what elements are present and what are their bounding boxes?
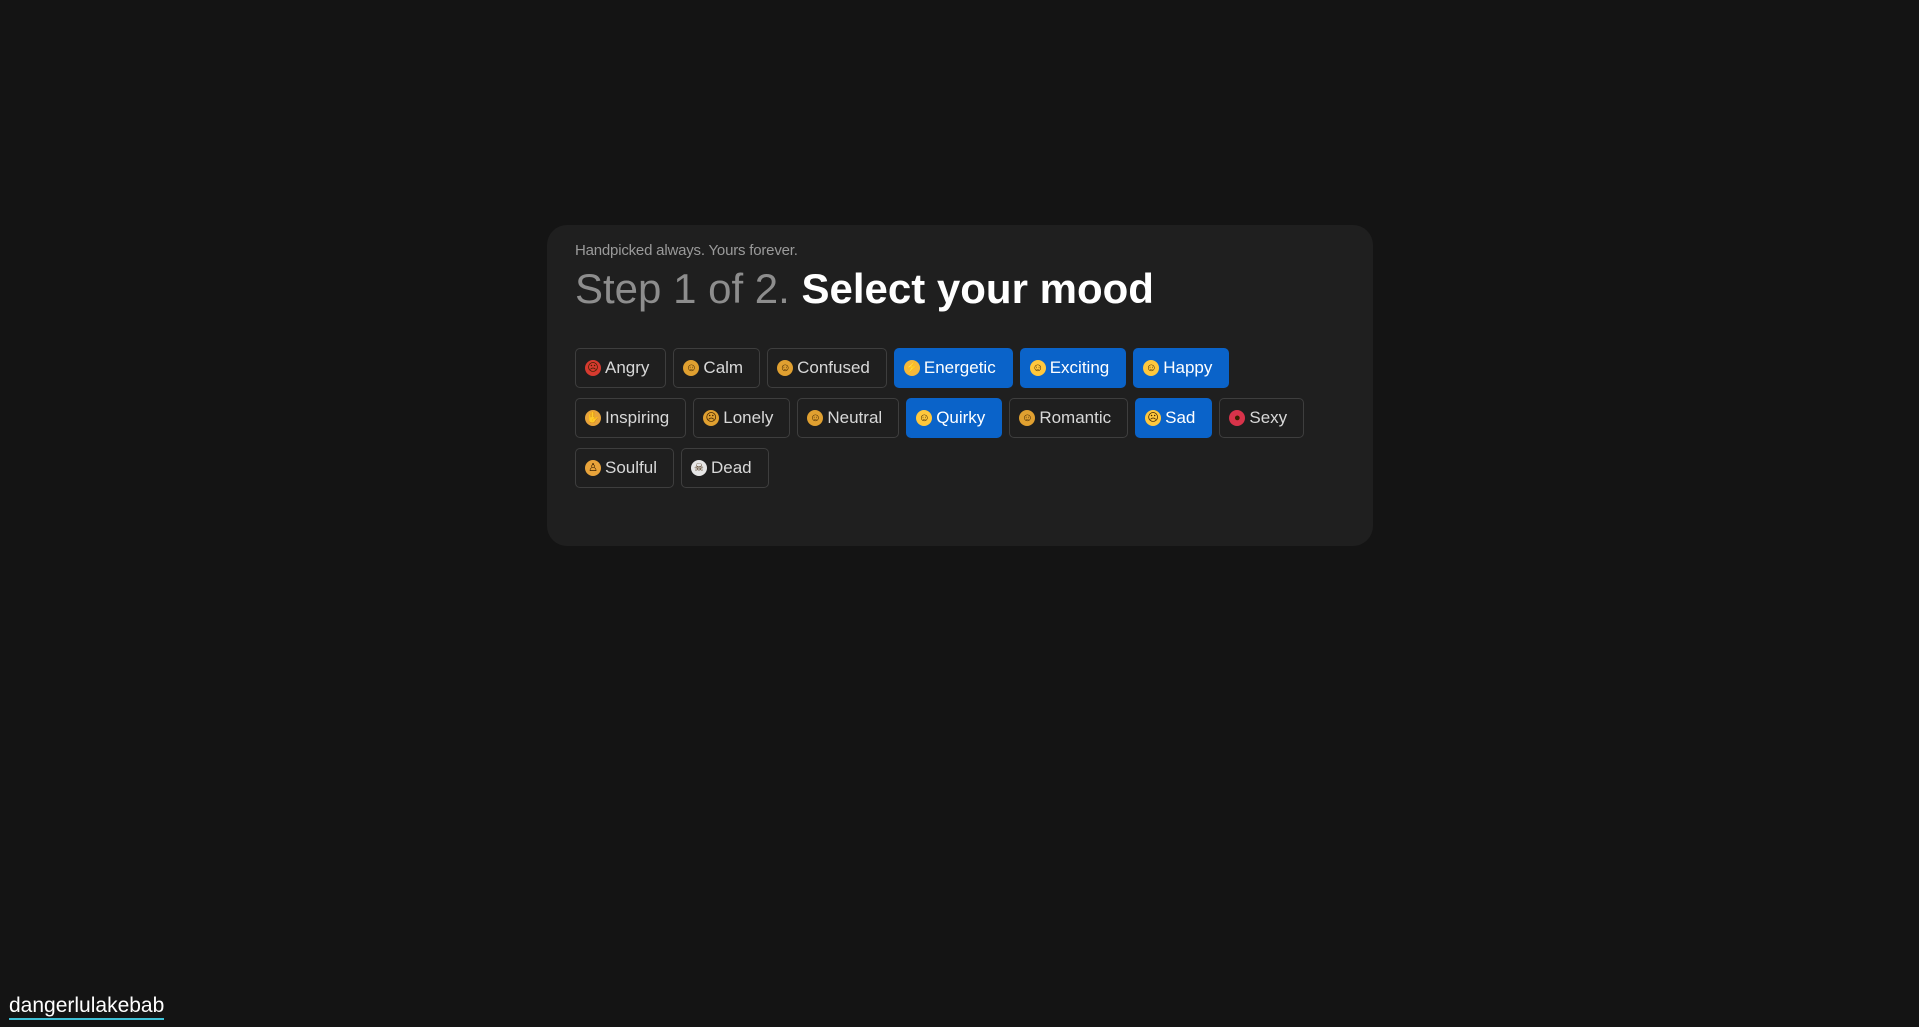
mood-chip-energetic[interactable]: ⚡ Energetic [893, 348, 1013, 388]
mood-chip-label: Inspiring [605, 408, 670, 427]
mood-chip-label: Happy [1163, 358, 1213, 377]
mood-chip-label: Confused [797, 358, 870, 377]
mood-row: ☹ Angry ☺ Calm ☺ Confused ⚡ Energetic ☺ Exciting ☺… [575, 348, 1355, 388]
zany-face-icon: ☺ [916, 410, 933, 426]
tongue-face-icon: ☺ [1029, 360, 1046, 376]
mood-chip-label: Dead [710, 458, 752, 477]
mood-chip-neutral[interactable]: ☺ Neutral [797, 398, 900, 438]
mood-chip-label: Quirky [936, 408, 986, 427]
mood-chip-soulful[interactable]: ♙ Soulful [575, 448, 674, 488]
mood-row: ♙ Soulful ☠ Dead [575, 448, 1355, 488]
mood-chip-lonely[interactable]: ☹ Lonely [693, 398, 791, 438]
raised-hands-icon: ✋ [585, 410, 601, 426]
mood-chip-dead[interactable]: ☠ Dead [680, 448, 769, 488]
mood-chip-label: Lonely [723, 408, 774, 427]
confused-face-icon: ☺ [777, 360, 794, 376]
mood-chip-label: Calm [703, 358, 744, 377]
mood-chip-label: Romantic [1039, 408, 1112, 427]
mood-chip-label: Sexy [1249, 408, 1288, 427]
mood-chip-inspiring[interactable]: ✋ Inspiring [575, 398, 687, 438]
page-title: Step 1 of 2. Select your mood [575, 264, 1345, 314]
skull-icon: ☠ [690, 460, 707, 476]
mood-chip-confused[interactable]: ☺ Confused [767, 348, 887, 388]
lips-icon: ● [1229, 410, 1246, 426]
mood-row: ✋ Inspiring ☹ Lonely ☺ Neutral ☺ Quirky ☺ Romanti… [575, 398, 1355, 438]
mood-options: ☹ Angry ☺ Calm ☺ Confused ⚡ Energetic ☺ Exciting ☺… [575, 348, 1355, 498]
mood-chip-quirky[interactable]: ☺ Quirky [906, 398, 1003, 438]
neutral-face-icon: ☺ [807, 410, 824, 426]
mood-chip-label: Soulful [605, 458, 657, 477]
mood-chip-sad[interactable]: ☹ Sad [1135, 398, 1213, 438]
mood-card: Handpicked always. Yours forever. Step 1… [547, 225, 1373, 546]
footer-username-link[interactable]: dangerlulakebab [9, 994, 165, 1020]
mood-chip-label: Exciting [1049, 358, 1110, 377]
romantic-face-icon: ☺ [1019, 410, 1036, 426]
calm-face-icon: ☺ [683, 360, 700, 376]
mood-chip-label: Angry [605, 358, 650, 377]
mood-chip-exciting[interactable]: ☺ Exciting [1019, 348, 1127, 388]
sad-face-icon: ☹ [1145, 410, 1162, 426]
mood-chip-angry[interactable]: ☹ Angry [575, 348, 667, 388]
mood-chip-romantic[interactable]: ☺ Romantic [1009, 398, 1129, 438]
title-text: Select your mood [801, 265, 1154, 312]
mood-chip-label: Neutral [827, 408, 883, 427]
mood-chip-label: Energetic [923, 358, 996, 377]
grin-face-icon: ☺ [1143, 360, 1160, 376]
mood-chip-calm[interactable]: ☺ Calm [673, 348, 761, 388]
mood-chip-happy[interactable]: ☺ Happy [1133, 348, 1230, 388]
mood-chip-label: Sad [1165, 408, 1196, 427]
step-indicator: Step 1 of 2. [575, 265, 790, 312]
meditation-icon: ♙ [585, 460, 601, 476]
angry-face-icon: ☹ [585, 360, 601, 376]
tagline: Handpicked always. Yours forever. [575, 242, 798, 259]
lightning-icon: ⚡ [903, 360, 920, 376]
mood-chip-sexy[interactable]: ● Sexy [1219, 398, 1305, 438]
lonely-face-icon: ☹ [703, 410, 720, 426]
